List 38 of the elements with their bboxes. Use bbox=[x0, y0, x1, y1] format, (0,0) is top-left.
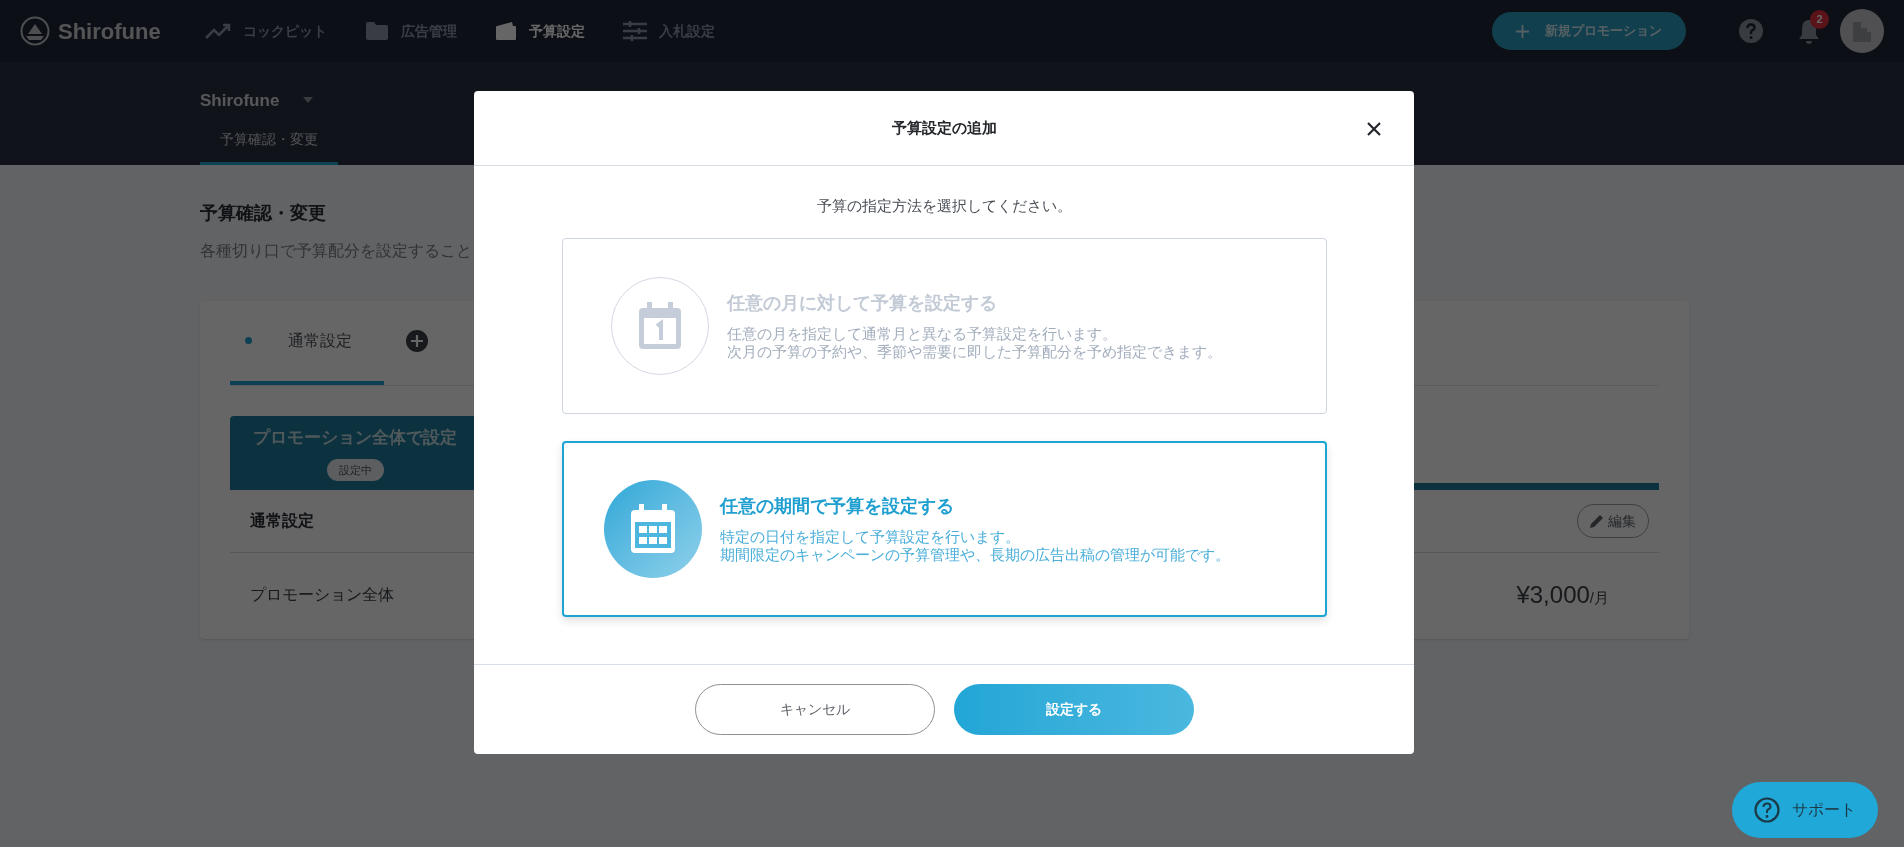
help-icon bbox=[1754, 797, 1780, 823]
help-icon[interactable] bbox=[1738, 18, 1764, 44]
confirm-button[interactable]: 設定する bbox=[953, 684, 1194, 735]
setting-name: 通常設定 bbox=[250, 511, 314, 531]
plus-icon bbox=[1516, 24, 1529, 38]
option-card[interactable]: 任意の期間で予算を設定する 特定の日付を指定して予算設定を行います。 期間限定のキャンペーンの予算管理や、長期の広告出稿の管理が可能です。 bbox=[561, 440, 1327, 617]
budget-amount: ¥3,000/月 bbox=[1516, 580, 1609, 610]
calendar-icon bbox=[629, 503, 676, 554]
ship-logo-icon bbox=[20, 16, 50, 46]
support-button[interactable]: サポート bbox=[1732, 782, 1878, 838]
option-description: 特定の日付を指定して予算設定を行います。 bbox=[719, 528, 1021, 546]
add-tab-icon[interactable] bbox=[406, 330, 428, 352]
logo-text: Shirofune bbox=[58, 17, 161, 46]
pencil-icon bbox=[1590, 514, 1604, 528]
caret-icon[interactable] bbox=[303, 97, 314, 104]
row-label: プロモーション全体 bbox=[250, 585, 394, 605]
new-promotion-button[interactable]: 新規プロモーション bbox=[1492, 12, 1686, 50]
option-description: 次月の予算の予約や、季節や需要に即した予算配分を予め指定できます。 bbox=[726, 343, 1222, 361]
calendar-icon bbox=[637, 301, 682, 350]
account-name[interactable]: Shirofune bbox=[200, 87, 280, 113]
modal-title: 予算設定の追加 bbox=[891, 117, 997, 138]
option-description: 任意の月を指定して通常月と異なる予算設定を行います。 bbox=[726, 325, 1118, 343]
close-icon[interactable] bbox=[1367, 122, 1381, 136]
avatar[interactable] bbox=[1840, 9, 1884, 53]
section-title: プロモーション全体で設定 bbox=[253, 427, 457, 450]
nav-item[interactable]: 予算設定 bbox=[495, 20, 585, 42]
option-description: 期間限定のキャンペーンの予算管理や、長期の広告出稿の管理が可能です。 bbox=[719, 546, 1230, 564]
notification-badge: 2 bbox=[1810, 10, 1829, 29]
wallet-icon bbox=[495, 21, 517, 41]
option-card[interactable]: 任意の月に対して予算を設定する 任意の月を指定して通常月と異なる予算設定を行います。 次月の予算の予約や、季節や需要に即した予算配分を予め指定できます。 bbox=[561, 237, 1327, 414]
page-title: 予算確認・変更 bbox=[200, 202, 326, 225]
option-title: 任意の期間で予算を設定する bbox=[719, 495, 955, 518]
option-title: 任意の月に対して予算を設定する bbox=[726, 292, 998, 315]
settings-tab[interactable]: 通常設定 bbox=[230, 300, 384, 385]
sliders-icon bbox=[623, 21, 647, 41]
folder-icon bbox=[365, 21, 389, 41]
trend-icon bbox=[205, 22, 231, 40]
modal-instruction: 予算の指定方法を選択してください。 bbox=[816, 196, 1072, 216]
